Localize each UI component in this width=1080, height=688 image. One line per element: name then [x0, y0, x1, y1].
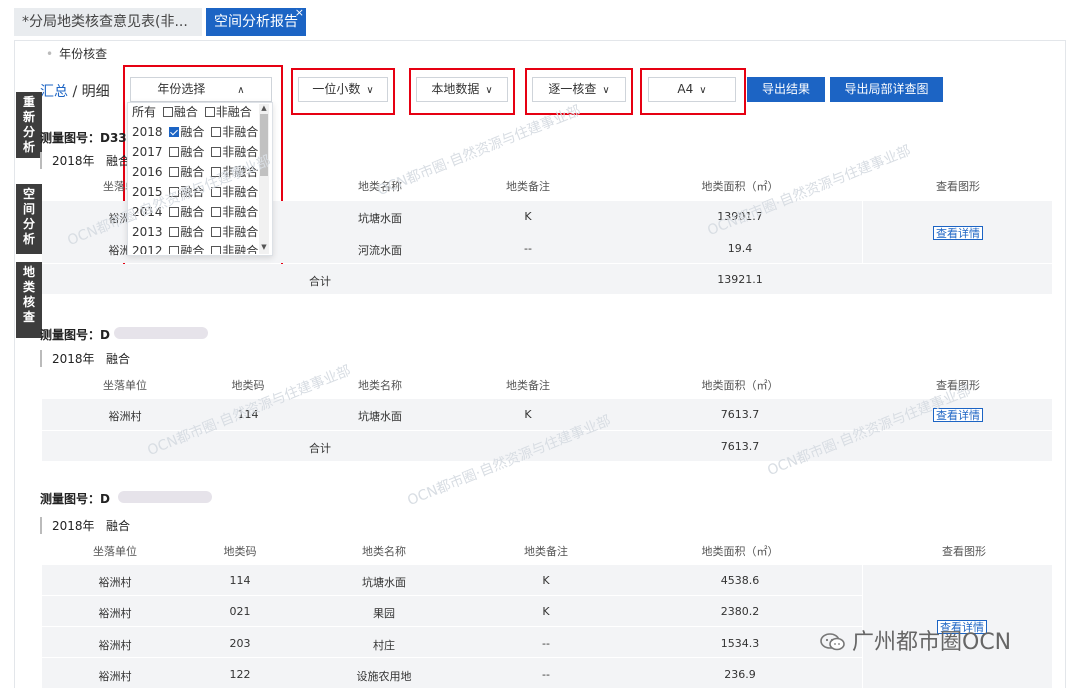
side-tab-reanalyze[interactable]: 重新分析	[16, 92, 42, 158]
checkbox-fused[interactable]	[169, 207, 180, 217]
row-divider	[42, 626, 862, 627]
view-detail-button[interactable]: 查看详情	[933, 408, 983, 422]
checkbox-fused[interactable]	[169, 246, 180, 254]
chevron-down-icon: ∨	[485, 85, 493, 96]
year-select[interactable]: 年份选择 ∧	[130, 77, 272, 102]
bullet-icon: •	[46, 47, 54, 61]
export-local-map-button[interactable]: 导出局部详查图	[830, 77, 943, 102]
chevron-down-icon: ∨	[366, 85, 374, 96]
section-label: • 年份核查	[46, 47, 108, 61]
year-option[interactable]: 2017 融合 非融合	[132, 142, 262, 162]
checkbox-unfused[interactable]	[211, 187, 222, 197]
checkbox-unfused[interactable]	[211, 246, 222, 254]
checkbox-all-fused[interactable]	[162, 107, 173, 117]
side-tab-spatial-analysis[interactable]: 空间分析	[16, 184, 42, 254]
brand-overlay: 广州都市圈OCN	[820, 624, 1011, 656]
year-option[interactable]: 2018 融合 非融合	[132, 122, 262, 142]
cell-divider	[862, 201, 863, 263]
year-mode-label: 2018年 融合	[40, 350, 130, 367]
detail-link[interactable]: 明细	[82, 84, 110, 100]
scroll-up-arrow-icon[interactable]: ▲	[260, 104, 268, 112]
table-total-band	[42, 431, 1052, 461]
survey-map-title: 测量图号：D	[40, 328, 110, 342]
data-source-select[interactable]: 本地数据 ∨	[416, 77, 508, 102]
row-divider	[42, 657, 862, 658]
year-option-all[interactable]: 所有 融合 非融合	[132, 102, 262, 122]
view-detail-button[interactable]: 查看详情	[933, 226, 983, 240]
year-mode-label: 2018年 融合	[40, 517, 130, 534]
checkbox-fused[interactable]	[169, 187, 180, 197]
checkbox-unfused[interactable]	[211, 167, 222, 177]
chevron-down-icon: ∨	[699, 85, 707, 96]
row-divider	[42, 595, 862, 596]
redacted-map-number	[118, 491, 212, 503]
year-option[interactable]: 2015 融合 非融合	[132, 182, 262, 202]
tab-label: 空间分析报告	[214, 14, 298, 30]
checkbox-all-unfused[interactable]	[204, 107, 215, 117]
side-tab-land-check[interactable]: 地类核查	[16, 262, 42, 338]
paper-size-select[interactable]: A4 ∨	[648, 77, 736, 102]
checkbox-unfused[interactable]	[211, 207, 222, 217]
wechat-icon	[820, 632, 846, 652]
check-mode-select[interactable]: 逐一核查 ∨	[532, 77, 626, 102]
checkbox-unfused[interactable]	[211, 127, 222, 137]
year-option-partial[interactable]: 2012 融合 非融合	[132, 242, 262, 254]
year-mode-label: 2018年 融合	[40, 152, 130, 169]
chevron-up-icon: ∧	[237, 85, 245, 96]
checkbox-fused-checked[interactable]	[169, 127, 180, 137]
total-value: 7613.7	[720, 440, 760, 453]
scrollbar-thumb[interactable]	[260, 114, 268, 176]
chevron-down-icon: ∨	[602, 85, 610, 96]
export-result-button[interactable]: 导出结果	[747, 77, 825, 102]
year-option[interactable]: 2014 融合 非融合	[132, 202, 262, 222]
tab-spatial-report[interactable]: 空间分析报告 ×	[206, 6, 306, 36]
scroll-down-arrow-icon[interactable]: ▼	[260, 243, 268, 251]
checkbox-unfused[interactable]	[211, 227, 222, 237]
checkbox-fused[interactable]	[169, 167, 180, 177]
year-option[interactable]: 2013 融合 非融合	[132, 222, 262, 242]
total-label: 合计	[309, 275, 331, 288]
checkbox-fused[interactable]	[169, 147, 180, 157]
summary-link[interactable]: 汇总	[40, 84, 68, 100]
table-total-band	[42, 264, 1052, 294]
checkbox-unfused[interactable]	[211, 147, 222, 157]
total-value: 13921.1	[717, 273, 763, 286]
redacted-map-number	[114, 327, 208, 339]
survey-map-title: 测量图号：D335	[40, 131, 136, 145]
view-toggle: 汇总 / 明细	[40, 81, 110, 101]
total-label: 合计	[309, 442, 331, 455]
close-icon[interactable]: ×	[295, 0, 304, 27]
toggle-separator: /	[68, 84, 82, 100]
tab-label: *分局地类核查意见表(非...	[22, 14, 188, 30]
survey-map-title: 测量图号：D	[40, 492, 110, 506]
decimal-select[interactable]: 一位小数 ∨	[298, 77, 388, 102]
checkbox-fused[interactable]	[169, 227, 180, 237]
year-option[interactable]: 2016 融合 非融合	[132, 162, 262, 182]
tab-land-check-opinion[interactable]: *分局地类核查意见表(非...	[14, 8, 202, 36]
